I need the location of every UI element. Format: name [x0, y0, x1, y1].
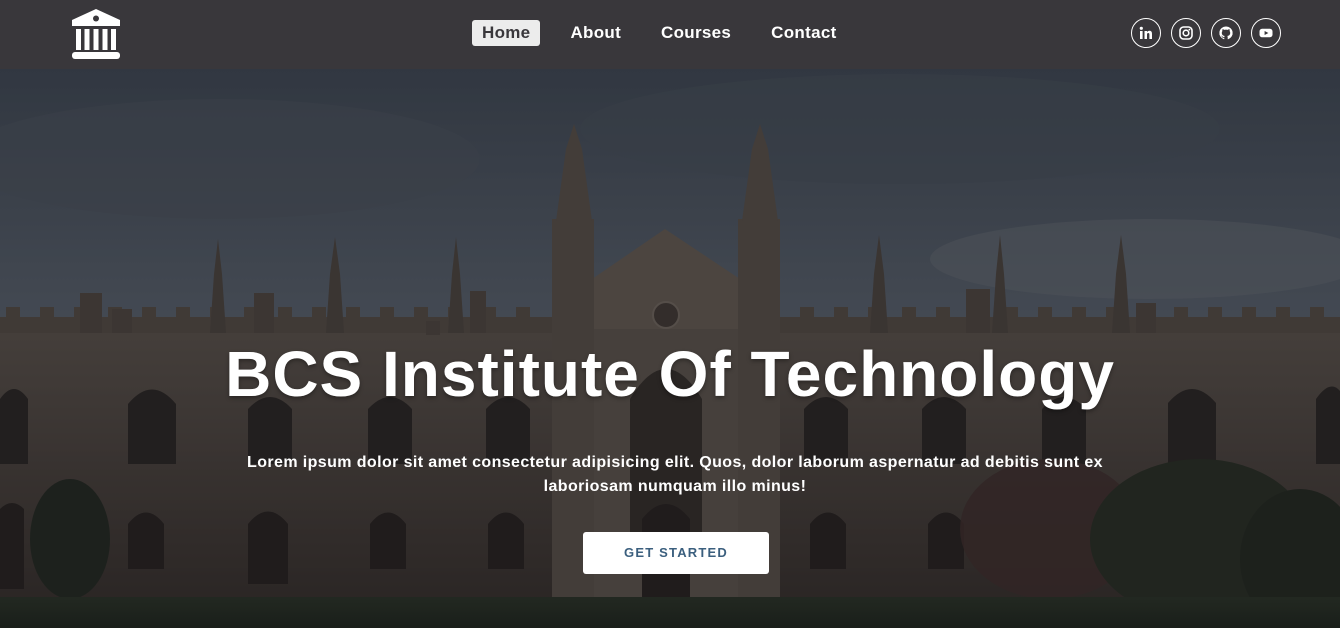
- get-started-button[interactable]: GET STARTED: [583, 532, 769, 574]
- hero-section: BCS Institute Of Technology Lorem ipsum …: [0, 69, 1340, 628]
- main-nav: Home About Courses Contact: [472, 20, 847, 46]
- site-header: Home About Courses Contact: [0, 0, 1340, 69]
- github-icon[interactable]: [1211, 18, 1241, 48]
- instagram-icon[interactable]: [1171, 18, 1201, 48]
- nav-home[interactable]: Home: [472, 20, 541, 46]
- social-links: [1131, 18, 1291, 48]
- linkedin-icon[interactable]: [1131, 18, 1161, 48]
- nav-contact[interactable]: Contact: [761, 20, 846, 46]
- nav-courses[interactable]: Courses: [651, 20, 741, 46]
- hero-title: BCS Institute Of Technology: [225, 338, 1115, 410]
- nav-about[interactable]: About: [560, 20, 631, 46]
- institution-building-icon[interactable]: [70, 8, 122, 60]
- hero-description: Lorem ipsum dolor sit amet consectetur a…: [247, 454, 1103, 495]
- youtube-icon[interactable]: [1251, 18, 1281, 48]
